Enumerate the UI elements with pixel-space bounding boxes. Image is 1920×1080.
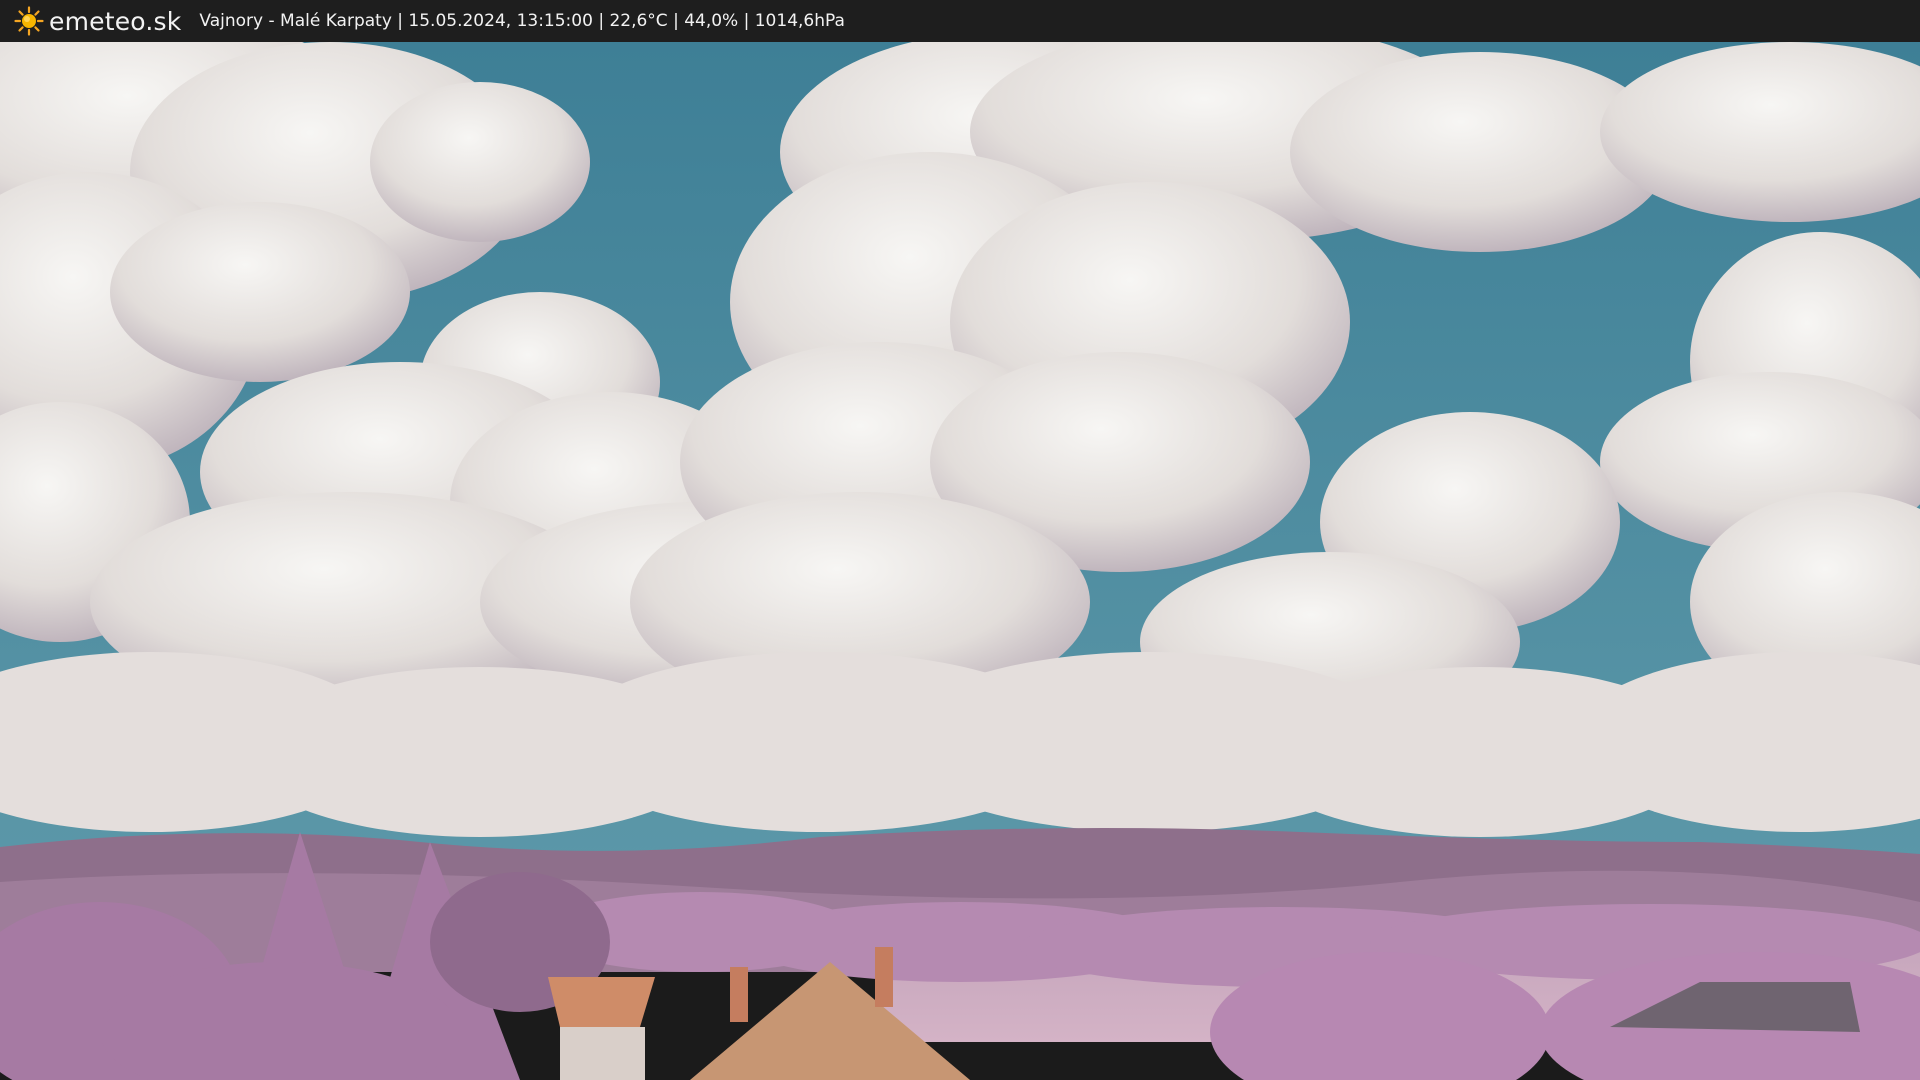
top-bar: emeteo.sk Vajnory - Malé Karpaty | 15.05…: [0, 0, 1920, 42]
site-logo-text[interactable]: emeteo.sk: [49, 7, 181, 36]
sun-icon: [14, 6, 44, 36]
station-info-caption: Vajnory - Malé Karpaty | 15.05.2024, 13:…: [199, 11, 845, 31]
webcam-image: [0, 42, 1920, 1080]
house-left: [548, 977, 655, 1080]
